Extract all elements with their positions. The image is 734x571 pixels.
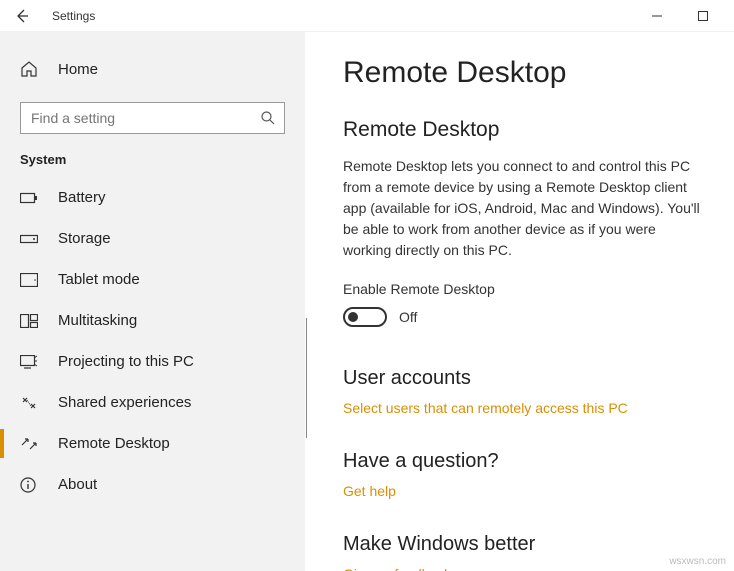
- section-heading-remote-desktop: Remote Desktop: [343, 118, 706, 142]
- home-icon: [20, 60, 40, 78]
- sidebar: Home System Battery Storage: [0, 32, 305, 571]
- sidebar-item-label: Projecting to this PC: [58, 353, 194, 370]
- remote-desktop-icon: [20, 436, 40, 452]
- sidebar-item-label: Shared experiences: [58, 394, 191, 411]
- home-nav[interactable]: Home: [0, 52, 305, 86]
- arrow-left-icon: [14, 8, 30, 24]
- description-text: Remote Desktop lets you connect to and c…: [343, 156, 706, 261]
- minimize-button[interactable]: [634, 2, 680, 30]
- sidebar-item-label: About: [58, 476, 97, 493]
- projecting-icon: [20, 355, 40, 369]
- select-users-link[interactable]: Select users that can remotely access th…: [343, 400, 628, 416]
- tablet-icon: [20, 273, 40, 287]
- watermark: wsxwsn.com: [669, 556, 726, 567]
- shared-experiences-icon: [20, 395, 40, 411]
- storage-icon: [20, 233, 40, 245]
- sidebar-item-multitasking[interactable]: Multitasking: [0, 300, 305, 341]
- sidebar-item-about[interactable]: About: [0, 464, 305, 505]
- feedback-link[interactable]: Give us feedback: [343, 566, 451, 571]
- section-heading-question: Have a question?: [343, 450, 706, 473]
- back-button[interactable]: [8, 2, 36, 30]
- section-header-system: System: [0, 152, 305, 177]
- section-heading-feedback: Make Windows better: [343, 533, 706, 556]
- sidebar-item-shared-experiences[interactable]: Shared experiences: [0, 382, 305, 423]
- toggle-label: Enable Remote Desktop: [343, 281, 706, 297]
- sidebar-item-tablet-mode[interactable]: Tablet mode: [0, 259, 305, 300]
- multitasking-icon: [20, 314, 40, 328]
- toggle-state-text: Off: [399, 309, 417, 325]
- toggle-knob: [348, 312, 358, 322]
- sidebar-item-label: Tablet mode: [58, 271, 140, 288]
- window-title: Settings: [52, 9, 634, 23]
- sidebar-item-label: Storage: [58, 230, 111, 247]
- window-controls: [634, 2, 726, 30]
- toggle-row: Off: [343, 307, 706, 327]
- get-help-link[interactable]: Get help: [343, 483, 396, 499]
- search-button[interactable]: [257, 107, 279, 129]
- titlebar: Settings: [0, 0, 734, 32]
- enable-remote-desktop-toggle[interactable]: [343, 307, 387, 327]
- page-title: Remote Desktop: [343, 56, 706, 90]
- search-icon: [260, 110, 276, 126]
- content-area: Remote Desktop Remote Desktop Remote Des…: [305, 32, 734, 571]
- maximize-icon: [698, 11, 708, 21]
- section-heading-user-accounts: User accounts: [343, 367, 706, 390]
- search-container: [20, 102, 285, 134]
- sidebar-item-remote-desktop[interactable]: Remote Desktop: [0, 423, 305, 464]
- sidebar-item-label: Battery: [58, 189, 106, 206]
- sidebar-item-storage[interactable]: Storage: [0, 218, 305, 259]
- search-input[interactable]: [20, 102, 285, 134]
- maximize-button[interactable]: [680, 2, 726, 30]
- info-icon: [20, 477, 40, 493]
- home-label: Home: [58, 61, 98, 78]
- battery-icon: [20, 192, 40, 204]
- sidebar-item-label: Multitasking: [58, 312, 137, 329]
- sidebar-item-battery[interactable]: Battery: [0, 177, 305, 218]
- sidebar-item-label: Remote Desktop: [58, 435, 170, 452]
- sidebar-item-projecting[interactable]: Projecting to this PC: [0, 341, 305, 382]
- minimize-icon: [652, 11, 662, 21]
